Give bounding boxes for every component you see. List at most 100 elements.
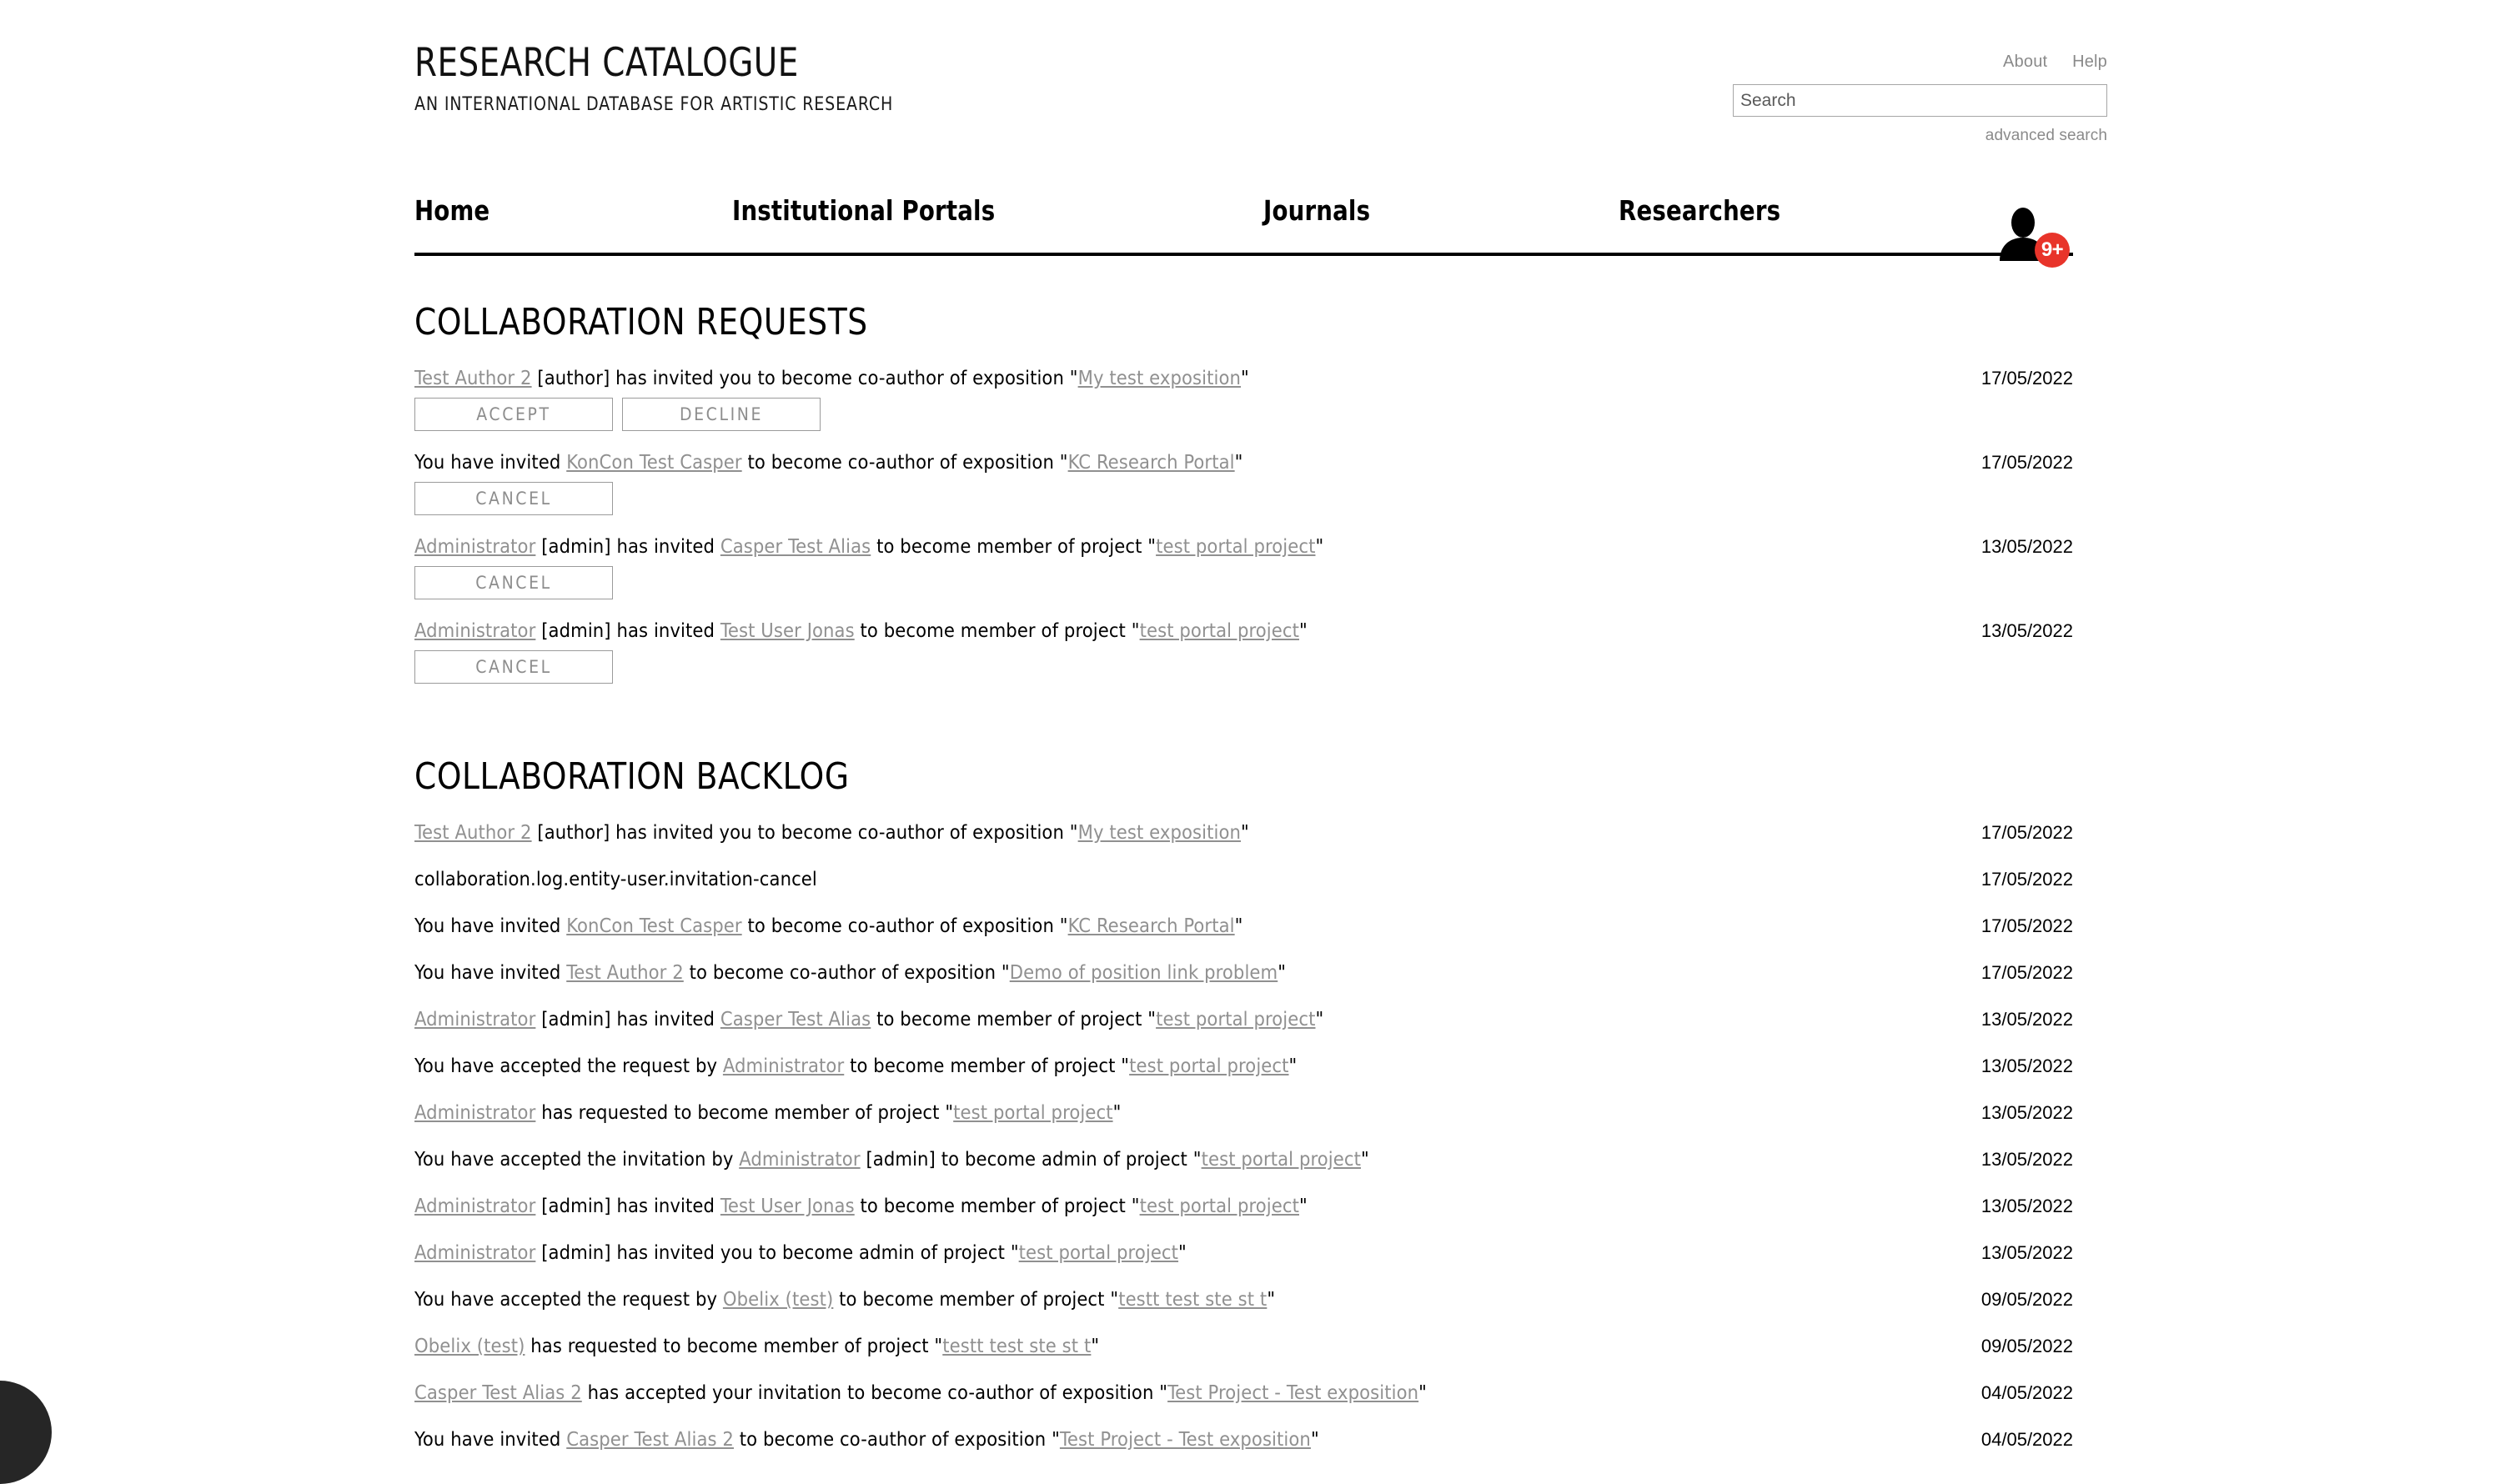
entity-link[interactable]: test portal project: [1202, 1147, 1361, 1171]
message-text: ": [1234, 450, 1243, 474]
entity-link[interactable]: Test Author 2: [414, 820, 532, 844]
row-date: 17/05/2022: [1980, 452, 2073, 473]
entity-link[interactable]: Test Project - Test exposition: [1060, 1427, 1311, 1451]
site-title: RESEARCH CATALOGUE: [414, 40, 799, 86]
entity-link[interactable]: test portal project: [1140, 619, 1299, 642]
site-header: RESEARCH CATALOGUE AN INTERNATIONAL DATA…: [414, 0, 2107, 171]
entity-link[interactable]: KC Research Portal: [1068, 914, 1235, 937]
entity-link[interactable]: Obelix (test): [414, 1334, 525, 1357]
cancel-button[interactable]: CANCEL: [414, 650, 613, 684]
message-text: has requested to become member of projec…: [525, 1334, 943, 1357]
entity-link[interactable]: Casper Test Alias: [720, 534, 871, 558]
row-message: You have invited Casper Test Alias 2 to …: [414, 1427, 1319, 1451]
row-message: Test Author 2 [author] has invited you t…: [414, 366, 1249, 389]
collaboration-row: You have invited KonCon Test Casper to b…: [414, 913, 2073, 938]
entity-link[interactable]: Administrator: [414, 1194, 535, 1217]
message-text: [author] has invited you to become co-au…: [531, 820, 1078, 844]
entity-link[interactable]: test portal project: [953, 1100, 1112, 1124]
message-text: to become member of project ": [871, 1007, 1157, 1030]
entity-link[interactable]: Test User Jonas: [720, 1194, 855, 1217]
entity-link[interactable]: test portal project: [1156, 534, 1315, 558]
collaboration-row: You have invited Test Author 2 to become…: [414, 960, 2073, 985]
row-date: 13/05/2022: [1980, 1196, 2073, 1216]
entity-link[interactable]: test portal project: [1129, 1054, 1288, 1077]
message-text: to become co-author of exposition ": [683, 960, 1010, 984]
message-text: ": [1267, 1287, 1276, 1311]
entity-link[interactable]: Test Author 2: [566, 960, 684, 984]
nav-item-list: Home Institutional Portals Journals Rese…: [414, 194, 2073, 268]
entity-link[interactable]: Administrator: [414, 1100, 535, 1124]
nav-item-journals[interactable]: Journals: [1263, 194, 1370, 227]
message-text: ": [1315, 1007, 1324, 1030]
message-text: to become member of project ": [854, 619, 1140, 642]
row-message: You have accepted the request by Obelix …: [414, 1287, 1275, 1311]
entity-link[interactable]: KC Research Portal: [1068, 450, 1235, 474]
cancel-button[interactable]: CANCEL: [414, 566, 613, 599]
row-date: 13/05/2022: [1980, 536, 2073, 557]
entity-link[interactable]: KonCon Test Casper: [566, 914, 741, 937]
entity-link[interactable]: testt test ste st t: [1118, 1287, 1267, 1311]
collaboration-row: Administrator [admin] has invited Test U…: [414, 1193, 2073, 1218]
entity-link[interactable]: Test Project - Test exposition: [1167, 1381, 1418, 1404]
search-input[interactable]: [1733, 84, 2107, 117]
cancel-button[interactable]: CANCEL: [414, 482, 613, 515]
entity-link[interactable]: testt test ste st t: [942, 1334, 1091, 1357]
row-line: You have invited KonCon Test Casper to b…: [414, 449, 2073, 474]
entity-link[interactable]: Demo of position link problem: [1010, 960, 1278, 984]
row-line: You have invited Test Author 2 to become…: [414, 960, 2073, 985]
row-date: 04/05/2022: [1980, 1382, 2073, 1403]
entity-link[interactable]: Administrator: [414, 1007, 535, 1030]
entity-link[interactable]: My test exposition: [1078, 366, 1241, 389]
help-link[interactable]: Help: [2072, 53, 2107, 71]
row-date: 13/05/2022: [1980, 1055, 2073, 1076]
entity-link[interactable]: Administrator: [414, 619, 535, 642]
entity-link[interactable]: test portal project: [1019, 1241, 1178, 1264]
about-link[interactable]: About: [2003, 53, 2047, 71]
entity-link[interactable]: My test exposition: [1078, 820, 1241, 844]
message-text: has accepted your invitation to become c…: [581, 1381, 1168, 1404]
row-message: Administrator has requested to become me…: [414, 1100, 1121, 1124]
row-line: Administrator [admin] has invited Test U…: [414, 618, 2073, 643]
nav-item-home[interactable]: Home: [414, 194, 489, 227]
entity-link[interactable]: Test User Jonas: [720, 619, 855, 642]
row-message: You have accepted the request by Adminis…: [414, 1054, 1297, 1077]
row-actions: CANCEL: [414, 566, 2073, 603]
collaboration-row: Administrator has requested to become me…: [414, 1100, 2073, 1125]
message-text: to become co-author of exposition ": [741, 450, 1068, 474]
entity-link[interactable]: Casper Test Alias 2: [414, 1381, 582, 1404]
entity-link[interactable]: Administrator: [723, 1054, 844, 1077]
collaboration-requests-list: Test Author 2 [author] has invited you t…: [414, 365, 2107, 687]
nav-item-institutional-portals[interactable]: Institutional Portals: [732, 194, 995, 227]
advanced-search-link[interactable]: advanced search: [1985, 127, 2107, 145]
entity-link[interactable]: Casper Test Alias 2: [566, 1427, 734, 1451]
collaboration-row: Test Author 2 [author] has invited you t…: [414, 820, 2073, 845]
entity-link[interactable]: Casper Test Alias: [720, 1007, 871, 1030]
entity-link[interactable]: Administrator: [414, 1241, 535, 1264]
entity-link[interactable]: test portal project: [1140, 1194, 1299, 1217]
row-line: You have accepted the request by Obelix …: [414, 1286, 2073, 1311]
entity-link[interactable]: Administrator: [739, 1147, 860, 1171]
row-message: You have accepted the invitation by Admi…: [414, 1147, 1369, 1171]
collaboration-row: Obelix (test) has requested to become me…: [414, 1333, 2073, 1358]
message-text: [admin] has invited: [535, 1194, 720, 1217]
message-text: [admin] has invited: [535, 534, 720, 558]
accept-button[interactable]: ACCEPT: [414, 398, 613, 431]
entity-link[interactable]: Test Author 2: [414, 366, 532, 389]
account-menu[interactable]: 9+: [1996, 208, 2071, 268]
entity-link[interactable]: test portal project: [1156, 1007, 1315, 1030]
row-line: Administrator [admin] has invited Test U…: [414, 1193, 2073, 1218]
notification-badge[interactable]: 9+: [2035, 233, 2070, 268]
decline-button[interactable]: DECLINE: [622, 398, 821, 431]
message-text: You have accepted the request by: [414, 1287, 723, 1311]
entity-link[interactable]: KonCon Test Casper: [566, 450, 741, 474]
row-date: 13/05/2022: [1980, 1149, 2073, 1170]
message-text: [admin] has invited you to become admin …: [535, 1241, 1019, 1264]
entity-link[interactable]: Obelix (test): [723, 1287, 833, 1311]
entity-link[interactable]: Administrator: [414, 534, 535, 558]
row-message: Obelix (test) has requested to become me…: [414, 1334, 1099, 1357]
header-utilities: About Help advanced search: [1724, 53, 2107, 145]
message-text: [admin] to become admin of project ": [860, 1147, 1202, 1171]
nav-item-researchers[interactable]: Researchers: [1619, 194, 1780, 227]
window-corner-artifact: [0, 1381, 52, 1484]
row-line: collaboration.log.entity-user.invitation…: [414, 866, 2073, 891]
